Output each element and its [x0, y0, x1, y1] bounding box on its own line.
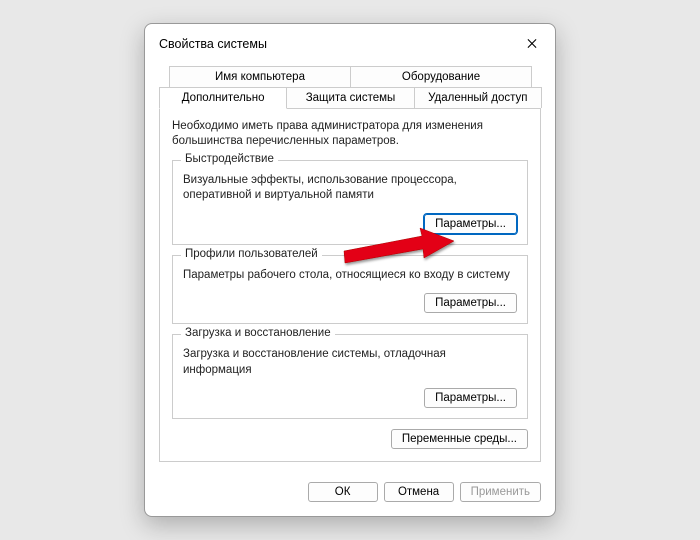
tab-panel-advanced: Необходимо иметь права администратора дл… [159, 109, 541, 463]
startup-recovery-desc: Загрузка и восстановление системы, отлад… [183, 347, 517, 378]
tab-hardware[interactable]: Оборудование [350, 66, 532, 87]
dialog-footer: ОК Отмена Применить [145, 472, 555, 516]
titlebar: Свойства системы [145, 24, 555, 62]
system-properties-dialog: Свойства системы Имя компьютера Оборудов… [144, 23, 556, 518]
environment-variables-button[interactable]: Переменные среды... [391, 429, 528, 449]
tab-system-protection[interactable]: Защита системы [286, 87, 414, 108]
performance-group: Быстродействие Визуальные эффекты, испол… [172, 160, 528, 245]
user-profiles-legend: Профили пользователей [181, 248, 322, 260]
user-profiles-desc: Параметры рабочего стола, относящиеся ко… [183, 268, 517, 284]
admin-note-text: Необходимо иметь права администратора дл… [172, 119, 528, 150]
tab-strip: Имя компьютера Оборудование Дополнительн… [159, 66, 541, 109]
tab-computer-name[interactable]: Имя компьютера [169, 66, 351, 87]
ok-button[interactable]: ОК [308, 482, 378, 502]
performance-settings-button[interactable]: Параметры... [424, 214, 517, 234]
performance-legend: Быстродействие [181, 153, 278, 165]
startup-recovery-group: Загрузка и восстановление Загрузка и вос… [172, 334, 528, 419]
close-button[interactable] [521, 33, 543, 55]
tab-advanced[interactable]: Дополнительно [159, 87, 287, 109]
dialog-title: Свойства системы [159, 37, 267, 51]
user-profiles-group: Профили пользователей Параметры рабочего… [172, 255, 528, 325]
user-profiles-settings-button[interactable]: Параметры... [424, 293, 517, 313]
performance-desc: Визуальные эффекты, использование процес… [183, 173, 517, 204]
close-icon [527, 38, 537, 49]
tab-remote[interactable]: Удаленный доступ [414, 87, 542, 108]
startup-recovery-legend: Загрузка и восстановление [181, 327, 335, 339]
cancel-button[interactable]: Отмена [384, 482, 454, 502]
apply-button[interactable]: Применить [460, 482, 541, 502]
startup-recovery-settings-button[interactable]: Параметры... [424, 388, 517, 408]
